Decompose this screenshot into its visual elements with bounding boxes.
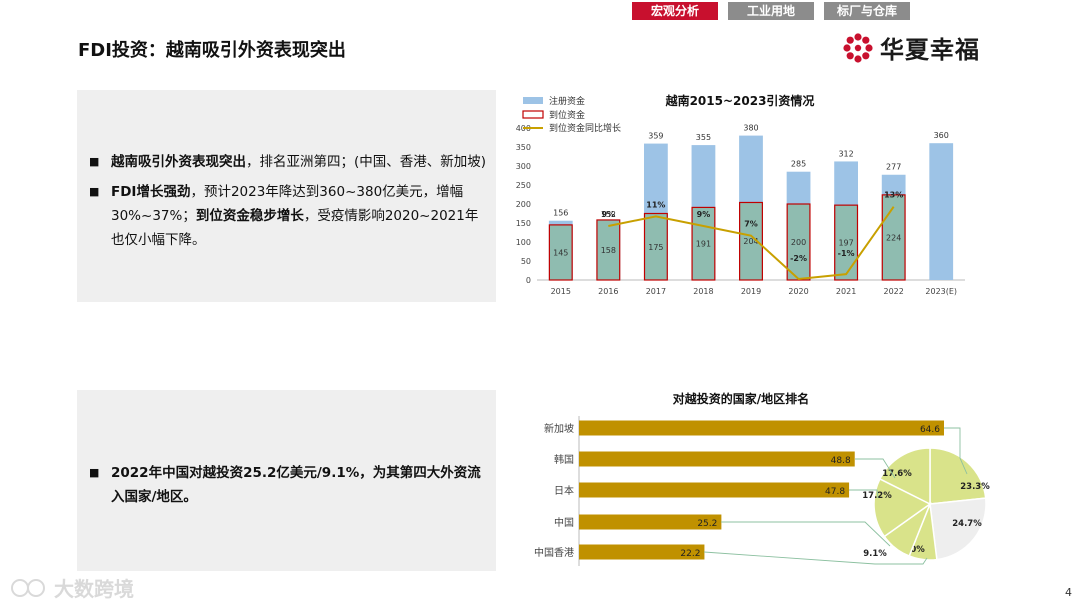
hbar xyxy=(579,420,944,436)
x-tick-label: 2019 xyxy=(741,287,761,296)
bar-registered-label: 380 xyxy=(743,124,758,133)
growth-label: 13% xyxy=(884,191,903,200)
bar-registered-label: 285 xyxy=(791,160,806,169)
bar-arrived-label: 197 xyxy=(838,239,853,248)
category-label: 新加坡 xyxy=(544,422,574,435)
legend-label: 注册资金 xyxy=(549,95,585,107)
legend-swatch-registered xyxy=(523,97,543,104)
hbar-value-label: 47.8 xyxy=(825,487,845,497)
bullet-2: ■ FDI增长强劲，预计2023年降达到360~380亿美元，增幅30%~37%… xyxy=(89,180,481,252)
company-logo: 华夏幸福 xyxy=(842,30,980,65)
watermark-logo-icon xyxy=(11,578,45,597)
growth-label: 11% xyxy=(646,200,665,209)
growth-label: -1% xyxy=(838,249,855,258)
hbar-value-label: 25.2 xyxy=(697,519,717,529)
hbar xyxy=(579,482,850,498)
bullet-1-bold: 越南吸引外资表现突出 xyxy=(111,154,246,170)
bar-registered xyxy=(929,143,954,280)
bar-registered-label: 277 xyxy=(886,163,901,172)
hbar-value-label: 48.8 xyxy=(831,456,851,466)
pie-slice-label: 9.1% xyxy=(863,549,887,559)
growth-label: 9% xyxy=(602,210,616,219)
x-tick-label: 2021 xyxy=(836,287,856,296)
legend-label: 到位资金 xyxy=(549,109,585,121)
bar-arrived-label: 158 xyxy=(601,246,616,255)
bullet-3-bold: 2022年中国对越投资25.2亿美元/9.1%，为其第四大外资流入国家/地区。 xyxy=(111,465,481,505)
bullet-1-text: ，排名亚洲第四；(中国、香港、新加坡) xyxy=(246,154,487,170)
x-tick-label: 2020 xyxy=(788,287,808,296)
pie-slice-label: 23.3% xyxy=(960,482,990,492)
bar-arrived-label: 191 xyxy=(696,240,711,249)
chart-title: 对越投资的国家/地区排名 xyxy=(673,391,809,406)
y-tick-label: 50 xyxy=(521,257,531,266)
bar-arrived-label: 200 xyxy=(791,238,806,247)
page-number: 4 xyxy=(1065,586,1072,599)
bar-arrived-label: 224 xyxy=(886,233,901,242)
y-tick-label: 300 xyxy=(516,162,531,171)
x-tick-label: 2018 xyxy=(693,287,713,296)
bullet-2-bold-1: FDI增长强劲 xyxy=(111,184,191,200)
top-nav: 宏观分析 工业用地 标厂与仓库 xyxy=(632,2,920,20)
x-tick-label: 2016 xyxy=(598,287,618,296)
bullet-square-icon: ■ xyxy=(89,155,100,168)
y-tick-label: 100 xyxy=(516,238,531,247)
bar-arrived-label: 175 xyxy=(648,243,663,252)
x-tick-label: 2022 xyxy=(883,287,903,296)
x-tick-label: 2023(E) xyxy=(925,287,957,296)
category-label: 日本 xyxy=(554,484,574,497)
fdi-bar-line-chart: 越南2015~2023引资情况0501001502002503003504001… xyxy=(516,93,965,296)
bar-registered-label: 312 xyxy=(838,149,853,158)
watermark-text: 大数跨境 xyxy=(54,577,134,601)
pie-slice-label: 24.7% xyxy=(952,519,982,529)
tab-macro-analysis[interactable]: 宏观分析 xyxy=(632,2,718,20)
growth-label: -2% xyxy=(790,254,807,263)
legend-swatch-arrived xyxy=(522,110,544,119)
hbar-value-label: 22.2 xyxy=(680,549,700,559)
bullet-1: ■ 越南吸引外资表现突出，排名亚洲第四；(中国、香港、新加坡) xyxy=(89,150,491,174)
pie-slice xyxy=(929,447,987,505)
pie-slice-label: 17.6% xyxy=(882,469,912,479)
bar-arrived-label: 145 xyxy=(553,248,568,257)
bar-registered-label: 360 xyxy=(934,131,949,140)
tab-industrial-land[interactable]: 工业用地 xyxy=(728,2,814,20)
bullet-square-icon: ■ xyxy=(89,185,100,198)
legend-label: 到位资金同比增长 xyxy=(549,122,621,134)
connector-line xyxy=(703,551,928,565)
y-tick-label: 200 xyxy=(516,200,531,209)
bar-registered-label: 355 xyxy=(696,133,711,142)
category-label: 中国 xyxy=(554,516,574,529)
y-tick-label: 0 xyxy=(526,276,531,285)
bar-registered-label: 156 xyxy=(553,209,568,218)
hbar-value-label: 64.6 xyxy=(920,425,940,435)
y-tick-label: 250 xyxy=(516,181,531,190)
hbar xyxy=(579,451,855,467)
bar-registered-label: 359 xyxy=(648,132,663,141)
category-label: 韩国 xyxy=(554,453,574,466)
connector-line xyxy=(721,521,891,547)
bullet-3: ■ 2022年中国对越投资25.2亿美元/9.1%，为其第四大外资流入国家/地区… xyxy=(89,461,486,509)
category-label: 中国香港 xyxy=(534,546,574,559)
x-tick-label: 2017 xyxy=(646,287,666,296)
page-title: FDI投资：越南吸引外资表现突出 xyxy=(78,40,346,61)
bullet-square-icon: ■ xyxy=(89,466,100,479)
growth-label: 9% xyxy=(697,210,711,219)
tab-factory-warehouse[interactable]: 标厂与仓库 xyxy=(824,2,910,20)
chart-title: 越南2015~2023引资情况 xyxy=(665,93,815,108)
logo-text: 华夏幸福 xyxy=(880,36,980,64)
y-tick-label: 350 xyxy=(516,143,531,152)
bullet-2-bold-2: 到位资金稳步增长 xyxy=(195,208,304,224)
country-ranking-chart: 对越投资的国家/地区排名新加坡 64.6 韩国 48.8 日本 47.8 中国 25.2 中国香… xyxy=(534,391,990,566)
growth-label: 7% xyxy=(744,220,758,229)
flower-logo-icon xyxy=(843,32,873,63)
y-tick-label: 150 xyxy=(516,219,531,228)
watermark: 大数跨境 xyxy=(10,573,134,602)
x-tick-label: 2015 xyxy=(551,287,571,296)
